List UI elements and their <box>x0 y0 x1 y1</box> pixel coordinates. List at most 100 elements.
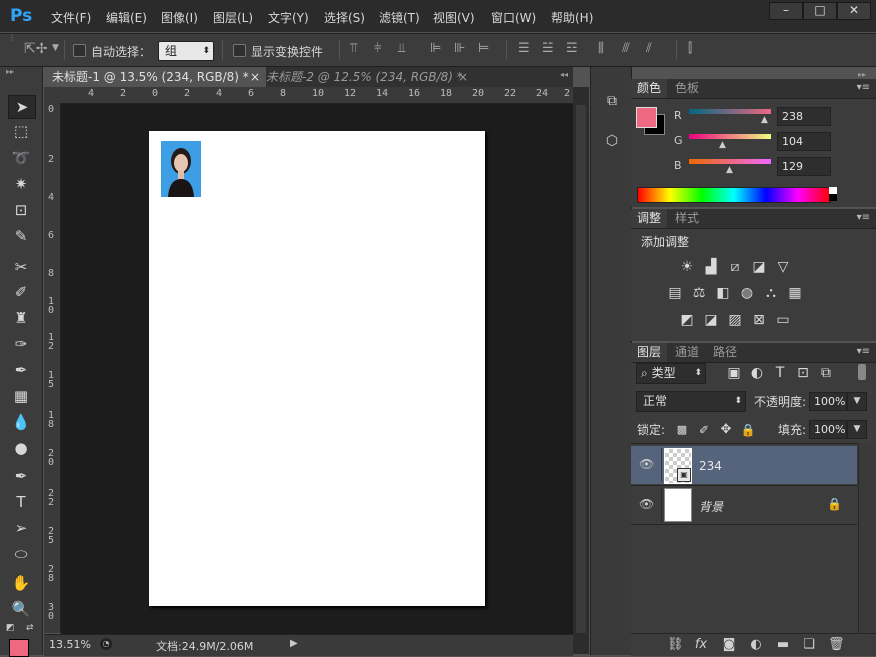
auto-select-checkbox[interactable] <box>73 44 86 57</box>
hue-saturation-icon[interactable]: ▤ <box>666 285 684 301</box>
align-left-icon[interactable]: ⊫ <box>430 41 441 56</box>
menu-layer[interactable]: 图层(L) <box>213 9 253 26</box>
exposure-icon[interactable]: ◪ <box>750 259 768 275</box>
layer-filter-dropdown[interactable]: ⌕ 类型 ⬍ <box>636 363 706 384</box>
add-mask-icon[interactable]: ◙ <box>721 637 737 653</box>
default-colors-icon[interactable]: ◩ <box>6 623 15 633</box>
show-transform-checkbox[interactable] <box>233 44 246 57</box>
black-swatch[interactable] <box>829 194 837 201</box>
filter-type-icon[interactable]: T <box>771 365 789 381</box>
portrait-photo[interactable] <box>161 141 201 197</box>
color-lookup-icon[interactable]: ▦ <box>786 285 804 301</box>
selective-color-icon[interactable]: ⊠ <box>750 312 768 328</box>
invert-icon[interactable]: ◩ <box>678 312 696 328</box>
delete-layer-icon[interactable]: 🗑 <box>828 637 845 653</box>
channel-b-field[interactable]: 129 <box>777 157 831 176</box>
layer-style-icon[interactable]: fx <box>693 637 709 653</box>
filter-adjustment-icon[interactable]: ◐ <box>748 365 766 381</box>
curves-icon[interactable]: ⧄ <box>726 259 744 275</box>
color-balance-icon[interactable]: ⚖ <box>690 285 708 301</box>
path-selection-icon[interactable]: ➢ <box>8 517 34 539</box>
distribute-top-icon[interactable]: ☰ <box>518 41 530 56</box>
blend-mode-dropdown[interactable]: 正常 ⬍ <box>636 391 746 412</box>
black-white-icon[interactable]: ◧ <box>714 285 732 301</box>
tab-styles[interactable]: 样式 <box>669 209 705 228</box>
lock-position-icon[interactable]: ✥ <box>717 422 735 438</box>
foreground-color-swatch[interactable] <box>9 639 29 657</box>
visibility-eye-icon[interactable]: 👁 <box>639 497 654 511</box>
opacity-dropdown-icon[interactable]: ▼ <box>847 392 867 411</box>
move-tool-icon[interactable]: ➤ <box>8 95 36 119</box>
posterize-icon[interactable]: ◪ <box>702 312 720 328</box>
tab-document-1[interactable]: 未标题-1 @ 13.5% (234, RGB/8) * × <box>44 67 266 87</box>
brush-tool-icon[interactable]: ✐ <box>8 281 34 303</box>
hand-tool-icon[interactable]: ✋ <box>8 572 34 594</box>
panel-menu-icon[interactable]: ▾≡ <box>857 82 870 93</box>
foreground-color-swatch[interactable] <box>636 107 657 128</box>
visibility-eye-icon[interactable]: 👁 <box>639 457 654 471</box>
threshold-icon[interactable]: ▨ <box>726 312 744 328</box>
ellipse-tool-icon[interactable]: ⬭ <box>8 543 34 565</box>
menu-window[interactable]: 窗口(W) <box>491 9 536 26</box>
layer-row-234[interactable]: 👁 ▣ 234 <box>631 446 857 484</box>
swap-colors-icon[interactable]: ⇄ <box>26 623 34 633</box>
slider-b-thumb-icon[interactable]: ▲ <box>726 165 733 175</box>
layer-name[interactable]: 234 <box>699 459 722 473</box>
distribute-hcenter-icon[interactable]: ⫻ <box>622 41 630 56</box>
dodge-tool-icon[interactable]: ● <box>8 437 34 459</box>
align-hcenter-icon[interactable]: ⊪ <box>454 41 465 56</box>
tab-document-2[interactable]: 未标题-2 @ 12.5% (234, RGB/8) * × <box>258 67 474 87</box>
menu-type[interactable]: 文字(Y) <box>268 9 309 26</box>
photo-filter-icon[interactable]: ◍ <box>738 285 756 301</box>
lock-image-icon[interactable]: ✐ <box>695 422 713 438</box>
channel-mixer-icon[interactable]: ⛬ <box>762 285 780 301</box>
history-panel-icon[interactable]: ⧉ <box>603 93 621 111</box>
marquee-tool-icon[interactable]: ⬚ <box>8 120 34 142</box>
slider-g-thumb-icon[interactable]: ▲ <box>719 140 726 150</box>
channel-r-field[interactable]: 238 <box>777 107 831 126</box>
status-menu-arrow-icon[interactable]: ▶ <box>290 638 298 649</box>
tab-color[interactable]: 颜色 <box>631 79 668 98</box>
type-tool-icon[interactable]: T <box>8 491 34 513</box>
align-right-icon[interactable]: ⊨ <box>478 41 489 56</box>
auto-align-icon[interactable]: ⫿ <box>688 41 692 56</box>
align-vcenter-icon[interactable]: ⫩ <box>374 41 381 56</box>
menu-edit[interactable]: 编辑(E) <box>106 9 147 26</box>
clone-stamp-icon[interactable]: ♜ <box>8 307 34 329</box>
layer-name[interactable]: 背景 <box>699 498 723 515</box>
new-layer-icon[interactable]: ❏ <box>801 637 817 653</box>
panel-menu-icon[interactable]: ▾≡ <box>857 212 870 223</box>
slider-g-track[interactable] <box>689 134 771 139</box>
collapse-icon[interactable]: ▸▸ <box>6 67 14 76</box>
menu-view[interactable]: 视图(V) <box>433 9 475 26</box>
crop-tool-icon[interactable]: ⊡ <box>8 199 34 221</box>
brightness-icon[interactable]: ☀ <box>678 259 696 275</box>
new-adjustment-icon[interactable]: ◐ <box>748 637 764 653</box>
status-info-icon[interactable]: ◔ <box>100 638 112 650</box>
scrollbar-track[interactable] <box>576 105 586 633</box>
menu-file[interactable]: 文件(F) <box>51 9 91 26</box>
gradient-tool-icon[interactable]: ▦ <box>8 385 34 407</box>
close-button[interactable]: ✕ <box>837 2 871 20</box>
tab-paths[interactable]: 路径 <box>707 343 743 362</box>
vibrance-icon[interactable]: ▽ <box>774 259 792 275</box>
filter-smart-object-icon[interactable]: ⧉ <box>817 365 835 381</box>
pen-tool-icon[interactable]: ✒ <box>8 465 34 487</box>
menu-help[interactable]: 帮助(H) <box>551 9 593 26</box>
filter-pixel-icon[interactable]: ▣ <box>725 365 743 381</box>
history-brush-icon[interactable]: ✑ <box>8 333 34 355</box>
slider-r-thumb-icon[interactable]: ▲ <box>761 115 768 125</box>
menu-image[interactable]: 图像(I) <box>161 9 198 26</box>
zoom-level[interactable]: 13.51% <box>49 638 91 651</box>
distribute-vcenter-icon[interactable]: ☱ <box>542 41 554 56</box>
opacity-field[interactable]: 100% <box>809 392 847 411</box>
eraser-tool-icon[interactable]: ✒ <box>8 359 34 381</box>
fill-field[interactable]: 100% <box>809 420 847 439</box>
white-swatch[interactable] <box>829 187 837 194</box>
tab-close-icon[interactable]: × <box>458 67 468 87</box>
channel-g-field[interactable]: 104 <box>777 132 831 151</box>
document-page[interactable] <box>149 131 485 606</box>
move-tool-icon[interactable]: ⇱✢ <box>24 41 47 57</box>
healing-brush-icon[interactable]: ✂ <box>8 256 34 278</box>
filter-toggle[interactable] <box>858 364 866 380</box>
